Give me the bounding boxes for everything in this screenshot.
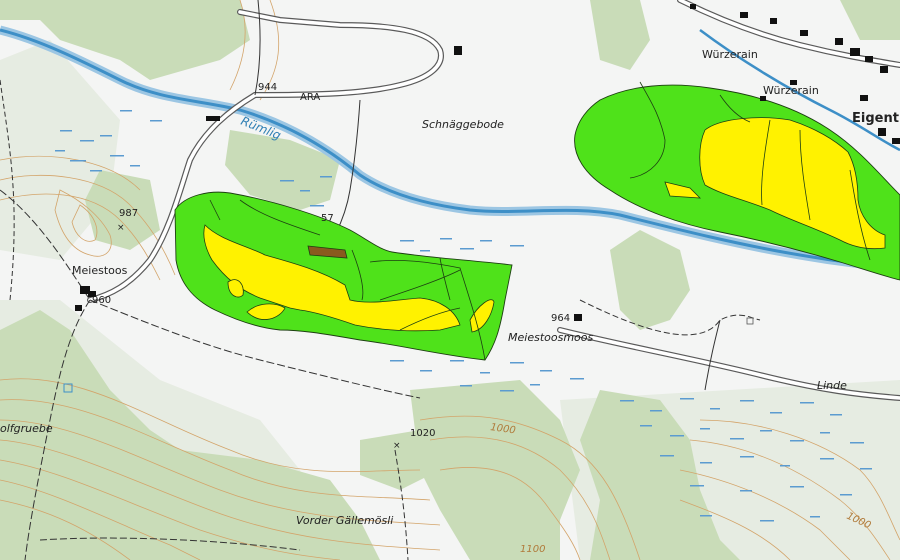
label-ara: ARA [300, 92, 320, 103]
label-wolfgruebe: olfgruebe [0, 422, 53, 435]
label-meiestoosmoos: Meiestoosmoos [508, 331, 593, 344]
label-meiestoos: Meiestoos [72, 264, 128, 277]
label-schnaggebode: Schnäggebode [422, 118, 504, 131]
label-eigenthal: Eigent [852, 111, 899, 126]
label-wurzerain-north: Würzerain [702, 48, 758, 61]
label-vorder-gallemosli: Vorder Gällemösli [296, 514, 393, 527]
spot-height-1020: 1020 [410, 428, 435, 439]
spot-height-964: 964 [551, 313, 570, 324]
topographic-map: × × Würzerain Würzerain Eigent Schnäggeb… [0, 0, 900, 560]
label-linde: Linde [817, 379, 847, 392]
spot-height-987: 987 [119, 208, 138, 219]
svg-text:×: × [393, 441, 401, 451]
label-wurzerain: Würzerain [763, 84, 819, 97]
svg-text:×: × [117, 223, 125, 233]
spot-height-944: 944 [258, 82, 277, 93]
map-view[interactable]: × × Würzerain Würzerain Eigent Schnäggeb… [0, 0, 900, 560]
contour-label-1100: 1100 [520, 544, 545, 555]
spot-height-960: 960 [92, 295, 111, 306]
spot-height-57: 57 [321, 213, 334, 224]
